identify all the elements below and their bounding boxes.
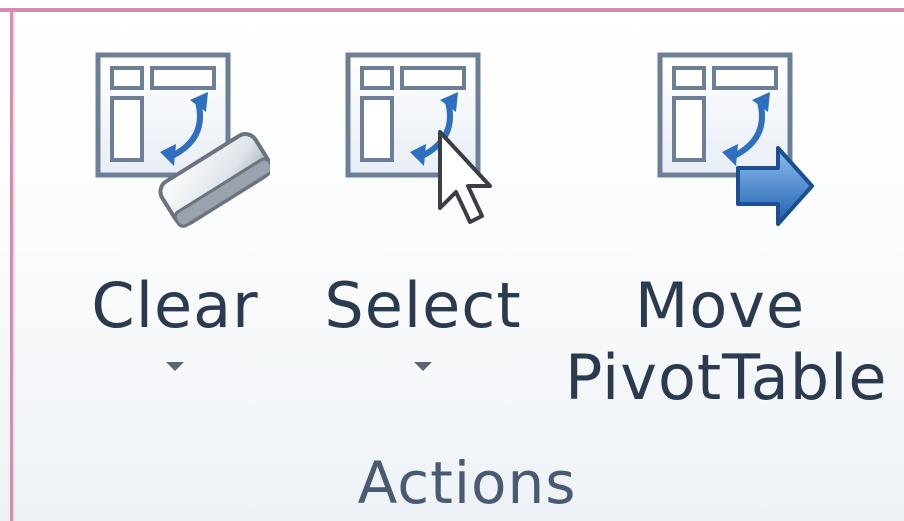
group-label: Actions <box>0 450 904 516</box>
select-button[interactable]: Select <box>318 40 528 450</box>
clear-button[interactable]: Clear <box>70 40 280 450</box>
clear-dropdown-caret-icon[interactable] <box>166 362 184 371</box>
pivottable-move-arrow-icon <box>657 52 814 226</box>
move-button-label-line2: PivotTable <box>565 341 888 414</box>
ribbon-group-actions: Clear Select Move PivotTable Actions <box>0 0 904 521</box>
group-top-border <box>0 8 904 12</box>
pivottable-select-cursor-icon <box>345 52 492 224</box>
select-dropdown-caret-icon[interactable] <box>414 362 432 371</box>
group-label-text: Actions <box>357 449 577 517</box>
move-pivottable-button[interactable]: Move PivotTable <box>565 40 888 450</box>
move-button-label-line1: Move <box>634 269 806 342</box>
clear-button-label: Clear <box>91 269 259 342</box>
pivottable-eraser-icon <box>95 52 270 228</box>
select-button-label: Select <box>324 269 522 342</box>
group-left-border-highlight <box>13 12 15 521</box>
